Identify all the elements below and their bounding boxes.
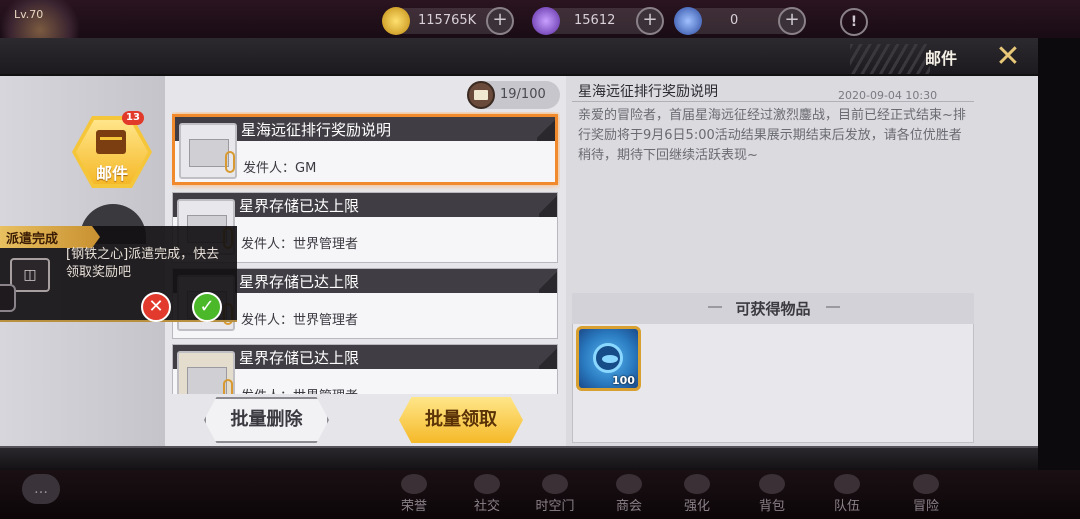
chat-icon[interactable]: … bbox=[22, 474, 60, 504]
envelope-icon bbox=[467, 81, 495, 109]
alert-icon[interactable]: ! bbox=[840, 8, 868, 36]
panel-footer bbox=[0, 446, 1038, 470]
delete-all-button[interactable]: 批量删除 bbox=[204, 397, 329, 443]
mail-item[interactable]: 星界存储已达上限 发件人：世界管理者 bbox=[172, 344, 558, 394]
mail-title: 星界存储已达上限 bbox=[239, 273, 360, 291]
paperclip-icon bbox=[223, 379, 233, 394]
accept-button[interactable]: ✓ bbox=[192, 292, 222, 322]
side-handle[interactable] bbox=[0, 284, 16, 312]
nav-social[interactable]: 社交 bbox=[459, 474, 515, 518]
gold-coin-icon bbox=[382, 7, 410, 35]
panel-title: 邮件 bbox=[925, 49, 958, 68]
reject-button[interactable]: ✕ bbox=[141, 292, 171, 322]
tab-mail-label: 邮件 bbox=[95, 164, 128, 183]
nav-bag[interactable]: 背包 bbox=[744, 474, 800, 518]
diamond-value: 15612 bbox=[574, 13, 616, 28]
diamond-icon bbox=[532, 7, 560, 35]
mail-item[interactable]: 星海远征排行奖励说明 发件人：GM bbox=[172, 114, 558, 185]
detail-divider bbox=[572, 101, 974, 102]
reward-quantity: 100 bbox=[612, 374, 635, 387]
nav-honor[interactable]: 荣誉 bbox=[386, 474, 442, 518]
gold-plus-button[interactable]: + bbox=[486, 7, 514, 35]
social-icon bbox=[474, 474, 500, 494]
close-button[interactable]: ✕ bbox=[990, 40, 1026, 74]
mail-title: 星海远征排行奖励说明 bbox=[241, 121, 392, 139]
detail-body: 亲爱的冒险者，首届星海远征经过激烈鏖战，目前已经正式结束~排行奖励将于9月6日5… bbox=[578, 108, 966, 163]
team-icon bbox=[834, 474, 860, 494]
enhance-icon bbox=[684, 474, 710, 494]
notification-tag-label: 派遣完成 bbox=[6, 232, 59, 247]
token-value: 0 bbox=[730, 13, 739, 28]
mail-count-value: 19/100 bbox=[500, 87, 546, 102]
guild-icon bbox=[616, 474, 642, 494]
token-plus-button[interactable]: + bbox=[778, 7, 806, 35]
right-edge bbox=[1038, 38, 1080, 478]
honor-icon bbox=[401, 474, 427, 494]
bag-icon bbox=[759, 474, 785, 494]
player-level: Lv.70 bbox=[14, 8, 44, 21]
claim-all-button[interactable]: 批量领取 bbox=[399, 397, 523, 443]
paperclip-icon bbox=[225, 151, 235, 173]
nav-adventure[interactable]: 冒险 bbox=[898, 474, 954, 518]
nav-portal[interactable]: 时空门 bbox=[527, 474, 583, 518]
notification-text: [钢铁之心]派遣完成，快去领取奖励吧 bbox=[66, 247, 220, 280]
nav-team[interactable]: 队伍 bbox=[819, 474, 875, 518]
tab-mail-badge: 13 bbox=[122, 111, 144, 125]
mail-sender: 发件人：世界管理者 bbox=[241, 237, 359, 252]
mail-title: 星界存储已达上限 bbox=[239, 349, 360, 367]
token-resource: 0 + bbox=[674, 7, 806, 35]
mail-icon bbox=[96, 130, 126, 154]
fish-icon bbox=[593, 343, 623, 373]
header-decoration bbox=[850, 44, 930, 74]
chest-icon: ◫ bbox=[10, 258, 50, 292]
diamond-resource: 15612 + bbox=[532, 7, 664, 35]
mail-title: 星界存储已达上限 bbox=[239, 197, 360, 215]
mail-sender: 发件人：世界管理者 bbox=[241, 313, 359, 328]
adventure-icon bbox=[913, 474, 939, 494]
nav-guild[interactable]: 商会 bbox=[601, 474, 657, 518]
gold-resource: 115765K + bbox=[382, 7, 514, 35]
gold-value: 115765K bbox=[418, 13, 477, 28]
star-token-icon bbox=[674, 7, 702, 35]
detail-title: 星海远征排行奖励说明 bbox=[578, 84, 718, 100]
rewards-label: 可获得物品 bbox=[735, 300, 811, 318]
portal-icon bbox=[542, 474, 568, 494]
diamond-plus-button[interactable]: + bbox=[636, 7, 664, 35]
nav-enhance[interactable]: 强化 bbox=[669, 474, 725, 518]
mail-sender: 发件人：GM bbox=[243, 161, 317, 176]
mail-sender: 发件人：世界管理者 bbox=[241, 385, 358, 394]
